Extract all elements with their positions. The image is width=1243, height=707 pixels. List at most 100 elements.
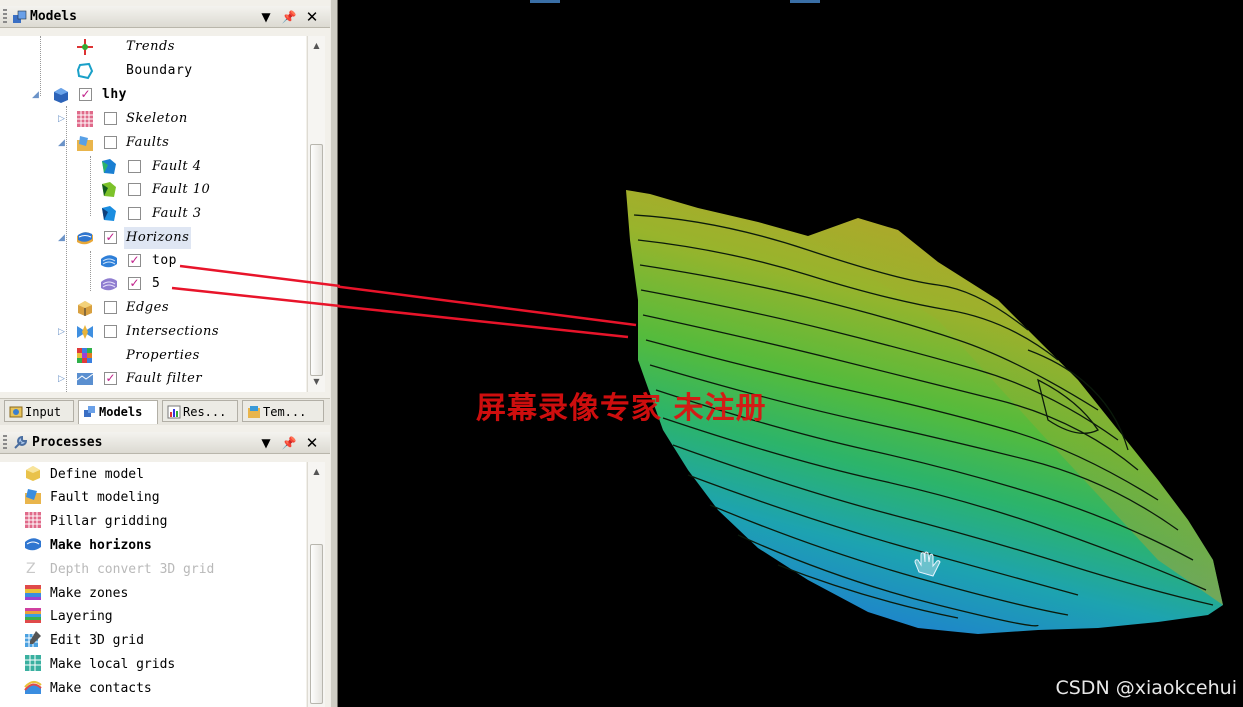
pillar-gridding-icon	[25, 512, 41, 528]
process-label: Depth convert 3D grid	[50, 562, 215, 577]
scroll-up-icon[interactable]: ▲	[308, 464, 325, 480]
checkbox[interactable]: ✓	[104, 372, 117, 385]
tree-item-intersections[interactable]: ▷ Intersections	[0, 321, 300, 343]
checkbox[interactable]	[128, 160, 141, 173]
horizon-icon	[101, 255, 117, 268]
tab-label: Models	[99, 405, 143, 419]
tab-label: Res...	[183, 405, 227, 419]
tree-item-properties[interactable]: Properties	[0, 345, 300, 367]
collapse-arrow-icon[interactable]: ◢	[58, 132, 68, 154]
process-define-model[interactable]: Define model	[24, 463, 144, 486]
checkbox[interactable]	[128, 207, 141, 220]
skeleton-grid-icon	[77, 111, 93, 127]
tab-results[interactable]: Res...	[162, 400, 238, 422]
expand-arrow-icon[interactable]: ▷	[58, 368, 68, 390]
checkbox[interactable]	[104, 325, 117, 338]
fault-modeling-icon	[25, 489, 41, 504]
dock-splitter[interactable]	[330, 0, 338, 707]
recorder-watermark: 屏幕录像专家 未注册	[476, 391, 767, 426]
process-depth-convert-3d-grid: Z Depth convert 3D grid	[24, 558, 214, 581]
tree-item-horizons[interactable]: ◢ ✓ Horizons	[0, 227, 300, 249]
collapse-arrow-icon[interactable]: ◢	[58, 227, 68, 249]
layering-icon	[25, 608, 41, 623]
tab-templates[interactable]: Tem...	[242, 400, 324, 422]
process-edit-3d-grid[interactable]: Edit 3D grid	[24, 629, 144, 652]
tab-label: Input	[25, 405, 62, 419]
tree-item-edges[interactable]: Edges	[0, 297, 300, 319]
svg-text:Z: Z	[26, 561, 36, 577]
tree-item-label: Fault filter	[126, 371, 203, 386]
tree-item-faults[interactable]: ◢ Faults	[0, 132, 300, 154]
models-tree: Trends Boundary ◢ ✓ lhy ▷ Skeleton ◢ Fau…	[0, 36, 306, 392]
process-pillar-gridding[interactable]: Pillar gridding	[24, 510, 167, 533]
model-cube-icon	[54, 88, 68, 103]
process-label: Pillar gridding	[50, 514, 168, 529]
tree-item-top[interactable]: ✓ top	[0, 250, 300, 272]
expand-arrow-icon[interactable]: ▷	[58, 108, 68, 130]
tree-item-label: Properties	[126, 348, 200, 363]
collapse-arrow-icon[interactable]: ◢	[32, 84, 42, 106]
process-fault-modeling[interactable]: Fault modeling	[24, 486, 160, 509]
models-tree-scrollbar[interactable]: ▲ ▼	[307, 36, 325, 392]
3d-viewport[interactable]: 屏幕录像专家 未注册 CSDN @xiaokcehui	[338, 0, 1243, 707]
close-icon[interactable]: ✕	[303, 8, 321, 26]
models-icon	[13, 10, 27, 23]
checkbox[interactable]	[128, 183, 141, 196]
wrench-icon	[14, 435, 28, 449]
tree-item-label: Fault 4	[152, 159, 202, 174]
panel-menu-dropdown-icon[interactable]: ▼	[257, 434, 275, 452]
process-make-zones[interactable]: Make zones	[24, 582, 128, 605]
tree-item-fault-3[interactable]: Fault 3	[0, 203, 300, 225]
tree-item-skeleton[interactable]: ▷ Skeleton	[0, 108, 300, 130]
models-panel-header: Models ▼ 📌 ✕	[0, 6, 330, 28]
tree-item-label: Fault 3	[152, 206, 202, 221]
processes-list: Define model Fault modeling Pillar gridd…	[0, 462, 306, 707]
pin-icon[interactable]: 📌	[280, 434, 298, 452]
tree-item-label: lhy	[102, 87, 127, 102]
tree-item-label: Edges	[126, 300, 169, 315]
tree-item-label: Trends	[126, 39, 175, 54]
depth-convert-icon: Z	[26, 561, 36, 577]
tree-item-label: Fault 10	[152, 182, 211, 197]
tree-item-label: Horizons	[124, 227, 192, 249]
panel-menu-dropdown-icon[interactable]: ▼	[257, 8, 275, 26]
intersections-icon	[77, 325, 93, 339]
scroll-thumb[interactable]	[310, 144, 323, 376]
checkbox[interactable]: ✓	[128, 254, 141, 267]
pin-icon[interactable]: 📌	[280, 8, 298, 26]
scroll-thumb[interactable]	[310, 544, 323, 704]
drag-grip-icon[interactable]	[3, 9, 7, 25]
process-make-horizons[interactable]: Make horizons	[24, 534, 152, 557]
scroll-down-icon[interactable]: ▼	[308, 374, 325, 390]
tree-item-label: Intersections	[126, 324, 220, 339]
make-local-grids-icon	[25, 655, 41, 671]
tree-item-lhy[interactable]: ◢ ✓ lhy	[0, 84, 300, 106]
tree-item-boundary[interactable]: Boundary	[0, 60, 300, 82]
checkbox[interactable]: ✓	[79, 88, 92, 101]
make-zones-icon	[25, 585, 41, 600]
checkbox[interactable]	[104, 112, 117, 125]
fault-icon	[102, 206, 116, 221]
expand-arrow-icon[interactable]: ▷	[58, 321, 68, 343]
tab-input[interactable]: Input	[4, 400, 74, 422]
scroll-up-icon[interactable]: ▲	[308, 38, 325, 54]
close-icon[interactable]: ✕	[303, 434, 321, 452]
process-make-local-grids[interactable]: Make local grids	[24, 653, 175, 676]
tab-models[interactable]: Models	[78, 400, 158, 424]
checkbox[interactable]	[104, 301, 117, 314]
input-tab-icon	[9, 406, 23, 418]
processes-scrollbar[interactable]: ▲	[307, 462, 325, 707]
process-make-contacts[interactable]: Make contacts	[24, 677, 152, 700]
process-layering[interactable]: Layering	[24, 605, 113, 628]
checkbox[interactable]: ✓	[128, 277, 141, 290]
tree-item-fault-filter[interactable]: ▷ ✓ Fault filter	[0, 368, 300, 390]
checkbox[interactable]: ✓	[104, 231, 117, 244]
tree-item-trends[interactable]: Trends	[0, 36, 300, 58]
tree-item-label: Faults	[126, 135, 170, 150]
tree-item-5[interactable]: ✓ 5	[0, 273, 300, 295]
tree-item-fault-4[interactable]: Fault 4	[0, 156, 300, 178]
checkbox[interactable]	[104, 136, 117, 149]
properties-icon	[77, 348, 92, 363]
tree-item-fault-10[interactable]: Fault 10	[0, 179, 300, 201]
drag-grip-icon[interactable]	[3, 435, 7, 451]
